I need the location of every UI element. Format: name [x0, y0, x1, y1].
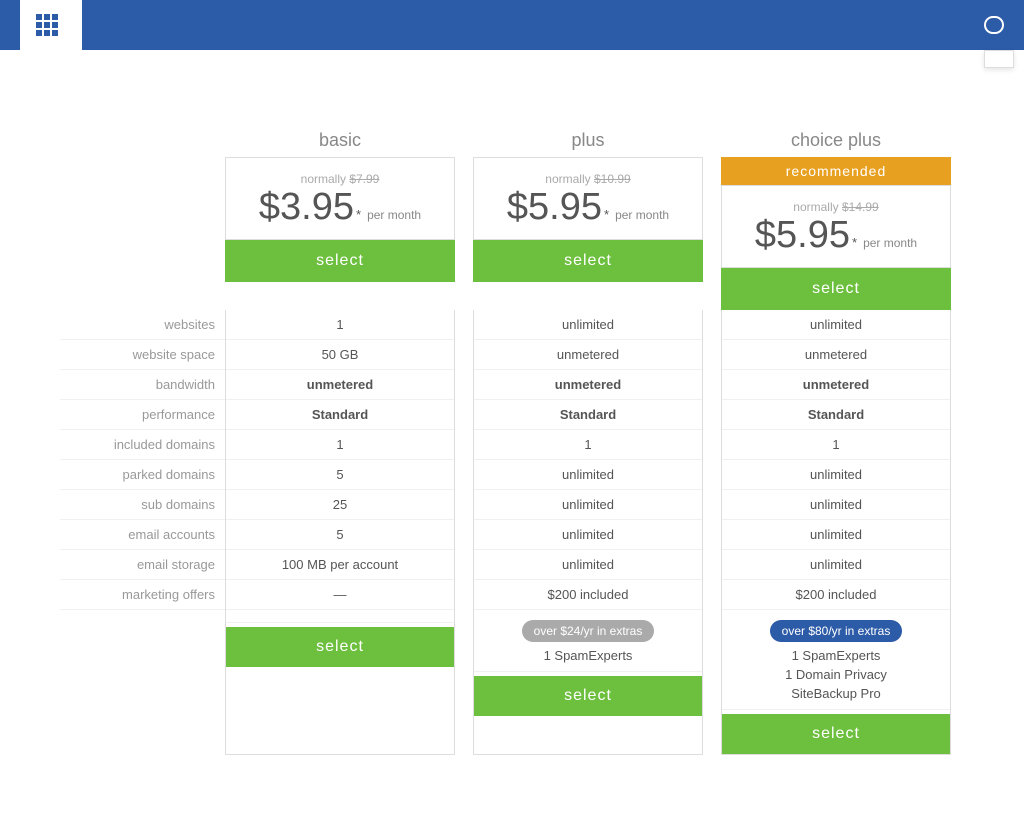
cell-plus-website_space: unmetered: [474, 340, 702, 370]
plan-headers: basicnormally $7.99$3.95*per monthselect…: [225, 120, 951, 310]
cell-basic-marketing_offers: —: [226, 580, 454, 610]
price-section-plus: normally $10.99$5.95* per month: [473, 157, 703, 240]
feature-label-sub_domains: sub domains: [60, 490, 225, 520]
feature-label-marketing_offers: marketing offers: [60, 580, 225, 610]
feature-label-website_space: website space: [60, 340, 225, 370]
cell-plus-bandwidth: unmetered: [474, 370, 702, 400]
cell-basic-website_space: 50 GB: [226, 340, 454, 370]
features-area: websiteswebsite spacebandwidthperformanc…: [60, 310, 964, 755]
price-per-basic: per month: [367, 208, 421, 222]
price-row-basic: $3.95* per month: [242, 186, 438, 229]
cell-choice-plus-website_space: unmetered: [722, 340, 950, 370]
feature-col-basic: 150 GBunmeteredStandard15255100 MB per a…: [225, 310, 455, 755]
normally-plus: normally $10.99: [490, 172, 686, 186]
cell-basic-websites: 1: [226, 310, 454, 340]
extras-section-choice-plus: over $80/yr in extras 1 SpamExperts1 Doma…: [722, 610, 950, 710]
select-btn-bottom-plus[interactable]: select: [474, 676, 702, 716]
feature-label-included_domains: included domains: [60, 430, 225, 460]
plan-col-choice-plus: choice plusrecommendednormally $14.99$5.…: [721, 120, 951, 310]
cell-choice-plus-sub_domains: unlimited: [722, 490, 950, 520]
feature-label-websites: websites: [60, 310, 225, 340]
cell-plus-marketing_offers: $200 included: [474, 580, 702, 610]
page-content: basicnormally $7.99$3.95*per monthselect…: [0, 50, 1024, 795]
cell-plus-performance: Standard: [474, 400, 702, 430]
extras-section-basic: [226, 610, 454, 623]
select-btn-bottom-choice-plus[interactable]: select: [722, 714, 950, 754]
price-section-choice-plus: normally $14.99$5.95* per month: [721, 185, 951, 268]
select-btn-top-choice-plus[interactable]: select: [721, 268, 951, 310]
price-asterisk-plus: *: [604, 208, 609, 221]
plan-col-basic: basic normally $7.99$3.95* per month select: [225, 120, 455, 310]
normally-basic: normally $7.99: [242, 172, 438, 186]
price-asterisk-choice-plus: *: [852, 236, 857, 249]
cell-basic-included_domains: 1: [226, 430, 454, 460]
feature-label-email_storage: email storage: [60, 550, 225, 580]
feature-label-email_accounts: email accounts: [60, 520, 225, 550]
normally-choice-plus: normally $14.99: [738, 200, 934, 214]
feature-label-performance: performance: [60, 400, 225, 430]
cell-plus-sub_domains: unlimited: [474, 490, 702, 520]
price-per-choice-plus: per month: [863, 236, 917, 250]
price-per-plus: per month: [615, 208, 669, 222]
chat-button[interactable]: [978, 16, 1004, 34]
cell-choice-plus-bandwidth: unmetered: [722, 370, 950, 400]
price-dollar-plus: $5.95: [507, 186, 602, 229]
cell-choice-plus-included_domains: 1: [722, 430, 950, 460]
cell-plus-email_storage: unlimited: [474, 550, 702, 580]
plan-feature-columns: 150 GBunmeteredStandard15255100 MB per a…: [225, 310, 964, 755]
extra-item-choice-plus: 1 SpamExperts: [726, 646, 946, 665]
plans-top-section: basicnormally $7.99$3.95*per monthselect…: [60, 120, 964, 310]
header: [0, 0, 1024, 50]
select-btn-top-plus[interactable]: select: [473, 240, 703, 282]
logo-container: [20, 0, 82, 50]
cell-choice-plus-marketing_offers: $200 included: [722, 580, 950, 610]
cell-choice-plus-email_accounts: unlimited: [722, 520, 950, 550]
select-btn-bottom-basic[interactable]: select: [226, 627, 454, 667]
price-row-choice-plus: $5.95* per month: [738, 214, 934, 257]
extras-section-plus: over $24/yr in extras 1 SpamExperts: [474, 610, 702, 672]
cell-plus-email_accounts: unlimited: [474, 520, 702, 550]
plan-col-plus: plus normally $10.99$5.95* per month select: [473, 120, 703, 310]
cell-basic-email_accounts: 5: [226, 520, 454, 550]
feature-labels: websiteswebsite spacebandwidthperformanc…: [60, 310, 225, 755]
select-btn-top-basic[interactable]: select: [225, 240, 455, 282]
extra-item-choice-plus: 1 Domain Privacy: [726, 665, 946, 684]
plan-name-plus: plus: [473, 120, 703, 157]
price-section-basic: normally $7.99$3.95* per month: [225, 157, 455, 240]
extra-item-plus: 1 SpamExperts: [478, 646, 698, 665]
price-asterisk-basic: *: [356, 208, 361, 221]
cell-plus-parked_domains: unlimited: [474, 460, 702, 490]
feature-label-parked_domains: parked domains: [60, 460, 225, 490]
have-questions-tooltip: [984, 50, 1014, 68]
feature-label-bandwidth: bandwidth: [60, 370, 225, 400]
chat-bubble-icon: [984, 16, 1004, 34]
cell-plus-included_domains: 1: [474, 430, 702, 460]
extra-item-choice-plus: SiteBackup Pro: [726, 684, 946, 703]
cell-choice-plus-email_storage: unlimited: [722, 550, 950, 580]
label-spacer: [60, 120, 225, 310]
extras-badge-plus: over $24/yr in extras: [522, 620, 655, 642]
cell-plus-websites: unlimited: [474, 310, 702, 340]
price-dollar-choice-plus: $5.95: [755, 214, 850, 257]
feature-col-choice-plus: unlimitedunmeteredunmeteredStandard1unli…: [721, 310, 951, 755]
price-dollar-basic: $3.95: [259, 186, 354, 229]
cell-basic-sub_domains: 25: [226, 490, 454, 520]
extras-badge-choice-plus: over $80/yr in extras: [770, 620, 903, 642]
cell-basic-bandwidth: unmetered: [226, 370, 454, 400]
feature-col-plus: unlimitedunmeteredunmeteredStandard1unli…: [473, 310, 703, 755]
cell-basic-email_storage: 100 MB per account: [226, 550, 454, 580]
cell-choice-plus-parked_domains: unlimited: [722, 460, 950, 490]
plan-name-basic: basic: [225, 120, 455, 157]
logo-grid-icon: [36, 14, 58, 36]
price-row-plus: $5.95* per month: [490, 186, 686, 229]
cell-basic-parked_domains: 5: [226, 460, 454, 490]
recommended-badge-choice-plus: recommended: [721, 157, 951, 185]
cell-basic-performance: Standard: [226, 400, 454, 430]
cell-choice-plus-performance: Standard: [722, 400, 950, 430]
cell-choice-plus-websites: unlimited: [722, 310, 950, 340]
plan-name-choice-plus: choice plus: [721, 120, 951, 157]
